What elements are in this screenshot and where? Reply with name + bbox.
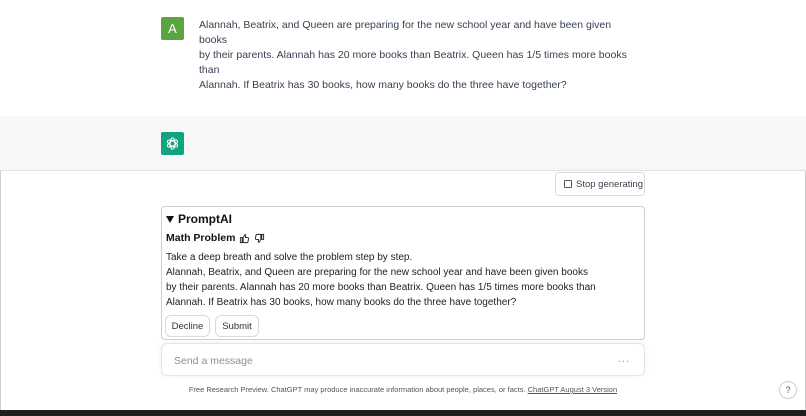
prompt-subtitle-row: Math Problem (166, 232, 265, 244)
user-message-line: by their parents. Alannah has 20 more bo… (199, 49, 627, 61)
prompt-body-line: Alannah. If Beatrix has 30 books, how ma… (166, 297, 517, 308)
submit-button[interactable]: Submit (215, 315, 259, 337)
taskbar-strip (0, 410, 806, 416)
user-avatar: A (161, 17, 184, 40)
prompt-card-toggle[interactable]: PromptAI (166, 212, 232, 226)
openai-logo-icon (166, 137, 179, 150)
assistant-message-row (0, 116, 806, 171)
footer-text: Free Research Preview. ChatGPT may produ… (188, 385, 526, 394)
stop-generating-label: Stop generating (576, 178, 644, 190)
thumbs-up-icon[interactable] (239, 233, 250, 244)
user-message-row: A Alannah, Beatrix, and Queen are prepar… (0, 0, 806, 117)
thumbs-down-icon[interactable] (254, 233, 265, 244)
stop-icon (564, 180, 572, 188)
user-message-line: books (199, 34, 228, 46)
prompt-body-line: by their parents. Alannah has 20 more bo… (166, 282, 596, 293)
message-input[interactable] (172, 352, 596, 370)
prompt-subtitle: Math Problem (166, 232, 236, 244)
prompt-card: PromptAI Math Problem Take a deep breath… (161, 206, 645, 340)
triangle-down-icon (166, 215, 174, 223)
assistant-avatar (161, 132, 184, 155)
decline-button[interactable]: Decline (165, 315, 210, 337)
message-composer: ... (161, 343, 645, 376)
footer: Free Research Preview. ChatGPT may produ… (0, 385, 806, 394)
help-button[interactable]: ? (779, 381, 797, 399)
user-message-line: Alannah. If Beatrix has 30 books, how ma… (199, 79, 567, 91)
loading-dots: ... (617, 353, 630, 365)
version-link[interactable]: ChatGPT August 3 Version (528, 385, 618, 394)
prompt-body-line: Take a deep breath and solve the problem… (166, 252, 413, 263)
user-message-text: Alannah, Beatrix, and Queen are preparin… (199, 18, 627, 93)
prompt-card-title: PromptAI (178, 212, 232, 226)
stop-generating-button[interactable]: Stop generating (555, 172, 645, 196)
user-message-line: Alannah, Beatrix, and Queen are preparin… (199, 19, 612, 31)
prompt-body-line: Alannah, Beatrix, and Queen are preparin… (166, 267, 588, 278)
prompt-card-body: Take a deep breath and solve the problem… (166, 250, 636, 310)
user-message-line: than (199, 64, 220, 76)
